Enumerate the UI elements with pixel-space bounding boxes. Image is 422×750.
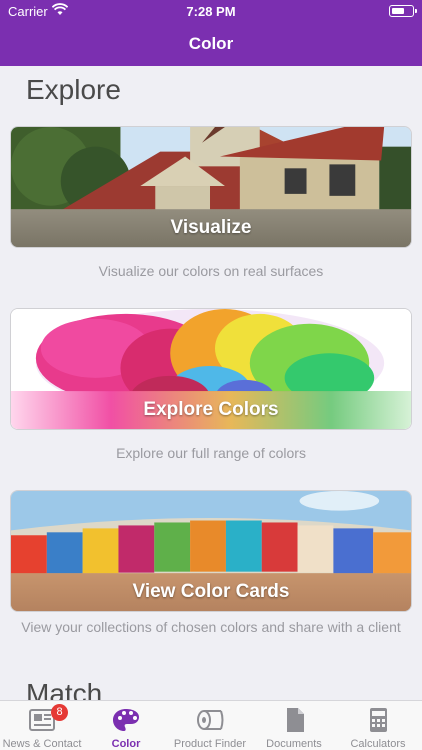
visualize-card[interactable]: Visualize: [10, 126, 412, 248]
match-heading: Match: [26, 678, 103, 700]
battery-icon: [389, 5, 417, 17]
tab-product-finder[interactable]: Product Finder: [168, 701, 252, 750]
explore-colors-card[interactable]: Explore Colors: [10, 308, 412, 430]
tab-calculators-label: Calculators: [350, 738, 406, 750]
tab-news-contact-label: News & Contact: [2, 738, 82, 750]
tab-color-label: Color: [111, 738, 141, 750]
view-color-cards-card[interactable]: View Color Cards: [10, 490, 412, 612]
tab-calculators[interactable]: Calculators: [336, 701, 420, 750]
tab-documents-label: Documents: [266, 738, 322, 750]
palette-icon: [113, 709, 139, 731]
visualize-caption: Visualize our colors on real surfaces: [98, 263, 324, 279]
view-color-cards-label: View Color Cards: [11, 573, 411, 611]
tab-documents[interactable]: Documents: [252, 701, 336, 750]
explore-heading: Explore: [26, 74, 121, 105]
view-color-cards-caption: View your collections of chosen colors a…: [21, 619, 401, 635]
header: Carrier 7:28 PM Color: [0, 0, 422, 66]
visualize-label: Visualize: [11, 209, 411, 247]
document-icon: [287, 708, 304, 732]
explore-colors-caption: Explore our full range of colors: [116, 445, 306, 461]
coil-icon: [197, 710, 224, 730]
tab-color[interactable]: Color: [84, 701, 168, 750]
calculator-icon: [370, 708, 387, 732]
tab-bar: 8 News & Contact Color Product Finder Do…: [0, 700, 422, 750]
main-content[interactable]: Explore Visualize Visualize our colors o…: [0, 66, 422, 700]
news-badge: 8: [51, 704, 68, 721]
status-time: 7:28 PM: [186, 4, 236, 19]
explore-colors-label: Explore Colors: [11, 391, 411, 429]
tab-product-finder-label: Product Finder: [173, 738, 247, 750]
status-bar: Carrier 7:28 PM: [0, 0, 422, 22]
tab-news-contact[interactable]: 8 News & Contact: [0, 701, 84, 750]
page-title: Color: [188, 34, 234, 53]
